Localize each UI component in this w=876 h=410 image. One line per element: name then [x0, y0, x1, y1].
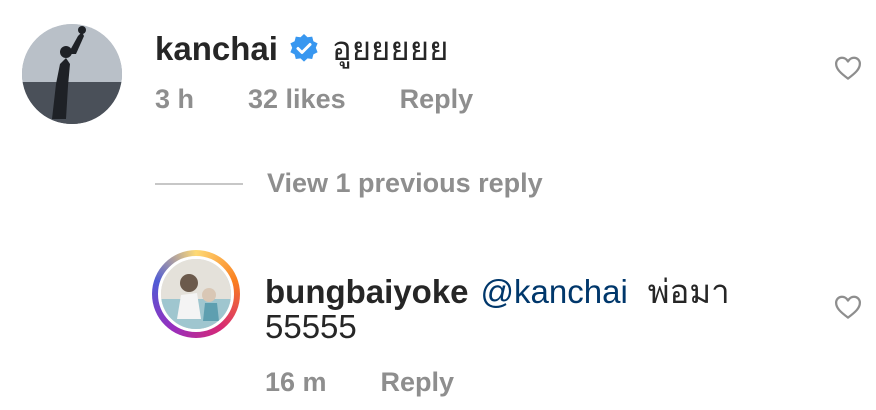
reply-text: พ่อมา: [647, 273, 730, 310]
comment-item: kanchai อูยยยยย 3 h 32 likes Reply: [0, 0, 876, 150]
verified-badge-icon: [288, 33, 320, 65]
reply-time: 16 m: [265, 367, 327, 397]
reply-username[interactable]: bungbaiyoke: [265, 273, 469, 311]
comment-header: kanchai อูยยยยย: [155, 22, 448, 75]
view-replies-label: View 1 previous reply: [267, 168, 543, 198]
view-previous-replies-button[interactable]: View 1 previous reply: [155, 168, 543, 199]
avatar[interactable]: [158, 256, 234, 332]
reply-button[interactable]: Reply: [381, 367, 455, 398]
reply-meta: 16 m Reply: [265, 367, 508, 398]
reply-button[interactable]: Reply: [400, 84, 474, 115]
comment-username[interactable]: kanchai: [155, 30, 278, 68]
comment-meta: 3 h 32 likes Reply: [155, 84, 527, 115]
reply-text-continued: 55555: [265, 308, 357, 345]
reply-text-line: 55555: [265, 308, 357, 346]
avatar[interactable]: [22, 24, 122, 124]
heart-icon[interactable]: [833, 53, 863, 83]
comment-text: อูยยยยย: [331, 30, 449, 67]
comment-likes[interactable]: 32 likes: [248, 84, 346, 115]
heart-icon[interactable]: [833, 292, 863, 322]
reply-mention-link[interactable]: @kanchai: [481, 273, 628, 311]
divider: [155, 182, 243, 185]
comment-time: 3 h: [155, 84, 195, 114]
